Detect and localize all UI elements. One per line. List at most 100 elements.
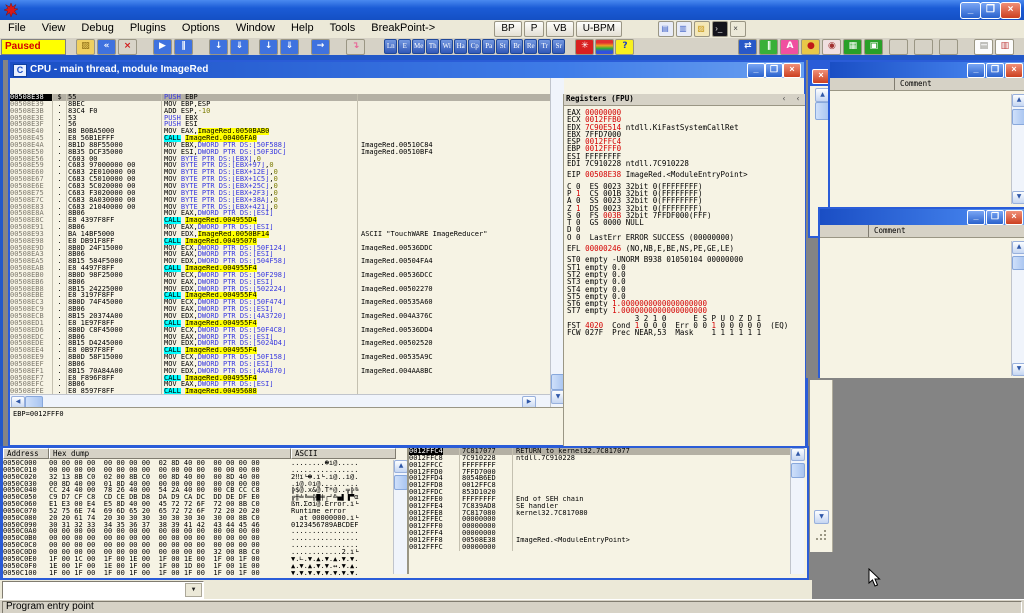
disasm-row[interactable]: 00508E40.B8 B0BA5000MOV EAX,ImageRed.005… (10, 128, 550, 135)
appearance-icon[interactable] (595, 39, 614, 55)
disasm-row[interactable]: 00508E59.C683 97000000 00MOV BYTE PTR DS… (10, 162, 550, 169)
layout-panel-icon[interactable]: ▤ (974, 39, 993, 55)
register-line[interactable]: ESP 0012FFC4 (564, 138, 805, 145)
cpu-window-title-bar[interactable]: CCPU - main thread, module ImageRed _ ❐ … (10, 62, 804, 78)
dump-row[interactable]: 0050C0B000 00 00 00 00 00 00 00 00 00 00… (3, 535, 407, 542)
register-line[interactable]: EAX 00000000 (564, 109, 805, 116)
disasm-row[interactable]: 00508E7C.C683 8A030000 00MOV BYTE PTR DS… (10, 197, 550, 204)
empty-button[interactable] (914, 39, 933, 55)
go-back-icon[interactable]: « (97, 39, 116, 55)
register-line[interactable]: EIP 00508E38 ImageRed.<ModuleEntryPoint> (564, 171, 805, 178)
dump-row[interactable]: 0050C0D000 00 00 00 00 00 00 00 00 00 00… (3, 549, 407, 556)
vertical-scrollbar[interactable]: ▲ ▼ (1011, 241, 1024, 376)
pane-button-pa[interactable]: Pa (482, 39, 495, 54)
disasm-row[interactable]: 00508EE9.8B0D 58F15000MOV ECX,DWORD PTR … (10, 354, 550, 361)
disasm-row[interactable]: 00508E3F.56PUSH ESI (10, 121, 550, 128)
close-button[interactable]: × (1005, 63, 1023, 78)
disasm-row[interactable]: 00508EF1.8B15 70A84A00MOV EDX,DWORD PTR … (10, 368, 550, 375)
menu-item-plugins[interactable]: Plugins (122, 20, 174, 34)
disasm-row[interactable]: 00508EC3.8B0D 74F45000MOV ECX,DWORD PTR … (10, 299, 550, 306)
register-line[interactable]: 3 2 1 0 E S P U O Z D I (564, 315, 805, 322)
menu-item-window[interactable]: Window (228, 20, 283, 34)
disasm-row[interactable]: 00508E45.E8 56B1EFFFCALL ImageRed.00406F… (10, 135, 550, 142)
menu-item-file[interactable]: File (0, 20, 34, 34)
register-line[interactable]: EBX 7FFD7000 (564, 131, 805, 138)
stack-row[interactable]: 0012FFDC853D1020 (409, 489, 804, 496)
pane-button-sr[interactable]: Sr (552, 39, 565, 54)
disasm-row[interactable]: 00508E8A.8B06MOV EAX,DWORD PTR DS:[ESI] (10, 210, 550, 217)
breakpoint-dot-icon[interactable]: ● (801, 39, 820, 55)
scroll-down-arrow[interactable]: ▼ (1012, 191, 1024, 204)
disasm-row[interactable]: 00508ED6.8B0D C8F45000MOV ECX,DWORD PTR … (10, 327, 550, 334)
disasm-row[interactable]: 00508EA3.8B06MOV EAX,DWORD PTR DS:[ESI] (10, 251, 550, 258)
registers-header[interactable]: ‹‹Registers (FPU) (564, 94, 805, 106)
stack-row[interactable]: 0012FFE0FFFFFFFFEnd of SEH chain (409, 496, 804, 503)
pane-button-ha[interactable]: Ha (454, 39, 467, 54)
scroll-up-arrow[interactable]: ▲ (1012, 241, 1024, 254)
register-line[interactable]: ST7 empty 1.0000000000000000000 (564, 307, 805, 314)
dump-hex-header[interactable]: Hex dump (49, 448, 291, 459)
menu-item-breakpoint[interactable]: BreakPoint-> (363, 20, 443, 34)
disasm-row[interactable]: 00508E75.C683 F3020000 00MOV BYTE PTR DS… (10, 190, 550, 197)
dump-row[interactable]: 0050C0F01E 00 1F 00 1E 00 1F 00 1F 00 1D… (3, 563, 407, 570)
dump-row[interactable]: 0050C050C9 D7 CF C8 CD CE DB D8 DA D9 CA… (3, 494, 407, 501)
minimize-button[interactable]: _ (747, 63, 765, 78)
spiral-icon[interactable]: ◉ (822, 39, 841, 55)
minimize-button[interactable]: _ (967, 210, 985, 225)
dump-row[interactable]: 0050C0E01F 00 1C 00 1F 00 1E 00 1F 00 1E… (3, 556, 407, 563)
disasm-row[interactable]: 00508E60.C683 2E010000 00MOV BYTE PTR DS… (10, 169, 550, 176)
disasm-row[interactable]: 00508EDC.8B06MOV EAX,DWORD PTR DS:[ESI] (10, 334, 550, 341)
scrollbar-thumb[interactable] (791, 463, 805, 478)
dump-row[interactable]: 0050C0C000 00 00 00 00 00 00 00 00 00 00… (3, 542, 407, 549)
combobox-dropdown-icon[interactable]: ▼ (185, 583, 202, 597)
window-green-icon[interactable]: ▣ (864, 39, 883, 55)
pane-button-th[interactable]: Th (426, 39, 439, 54)
maximize-button[interactable]: ❐ (986, 210, 1004, 225)
pane-button-e[interactable]: E (398, 39, 411, 54)
stack-row[interactable]: 0012FFC87C910228ntdll.7C910228 (409, 455, 804, 462)
register-line[interactable]: EFL 00000246 (NO,NB,E,BE,NS,PE,GE,LE) (564, 245, 805, 252)
animate-over-icon[interactable]: ⇓ (280, 39, 299, 55)
stack-vertical-scrollbar[interactable]: ▲ (790, 448, 804, 574)
register-line[interactable]: EDI 7C910228 ntdll.7C910228 (564, 160, 805, 167)
step-over-icon[interactable]: ⇓ (230, 39, 249, 55)
register-line[interactable]: FST 4020 Cond 1 0 0 0 Err 0 0 1 0 0 0 0 … (564, 322, 805, 329)
dump-row[interactable]: 0050C07052 75 6E 74 69 6D 65 20 65 72 72… (3, 508, 407, 515)
close-button[interactable]: × (783, 63, 801, 78)
disasm-row[interactable]: 00508EC9.8B06MOV EAX,DWORD PTR DS:[ESI] (10, 306, 550, 313)
menu-item-view[interactable]: View (34, 20, 74, 34)
menu-button-u-bpm[interactable]: U-BPM (576, 21, 622, 37)
disasm-row[interactable]: 00508EB8.8B15 24225000MOV EDX,DWORD PTR … (10, 286, 550, 293)
scroll-up-arrow[interactable]: ▲ (1012, 94, 1024, 107)
comment-column-header[interactable]: Comment (820, 226, 906, 235)
disasm-row[interactable]: 00508E39.8BECMOV EBP,ESP (10, 101, 550, 108)
register-line[interactable]: ST3 empty 0.0 (564, 278, 805, 285)
stack-row[interactable]: 0012FFE87C817080kernel32.7C817080 (409, 510, 804, 517)
window-title-bar[interactable]: _ ❐ × (820, 209, 1024, 225)
maximize-button[interactable]: ❐ (765, 63, 783, 78)
register-line[interactable]: A 0 SS 0023 32bit 0(FFFFFFFF) (564, 197, 805, 204)
command-combobox[interactable]: ▼ (2, 581, 204, 599)
disasm-row[interactable]: 00508EEF.8B06MOV EAX,DWORD PTR DS:[ESI] (10, 361, 550, 368)
console-icon[interactable]: ›_ (712, 21, 728, 37)
register-line[interactable]: ST2 empty 0.0 (564, 271, 805, 278)
dump-vertical-scrollbar[interactable]: ▲ (393, 460, 407, 574)
disasm-row[interactable]: 00508EB0.8B0D 98F25000MOV ECX,DWORD PTR … (10, 272, 550, 279)
open-file-icon[interactable]: ▨ (76, 39, 95, 55)
dump-address-header[interactable]: Address (3, 448, 49, 459)
register-line[interactable]: O 0 LastErr ERROR_SUCCESS (00000000) (564, 234, 805, 241)
register-line[interactable]: ECX 0012FFB0 (564, 116, 805, 123)
disasm-row[interactable]: 00508E9D.8B0D 24F15000MOV ECX,DWORD PTR … (10, 245, 550, 252)
disasm-row[interactable]: 00508E6E.C683 5C020000 00MOV BYTE PTR DS… (10, 183, 550, 190)
register-line[interactable]: S 0 FS 003B 32bit 7FFDF000(FFF) (564, 212, 805, 219)
register-line[interactable]: P 1 CS 001B 32bit 0(FFFFFFFF) (564, 190, 805, 197)
disasm-row[interactable]: 00508E38$55PUSH EBP (10, 94, 550, 101)
disasm-row[interactable]: 00508E50.8B35 DCF35000MOV ESI,DWORD PTR … (10, 149, 550, 156)
pane-button-me[interactable]: Me (412, 39, 425, 54)
disasm-row[interactable]: 00508EBE.E8 3197F8FFCALL ImageRed.004955… (10, 292, 550, 299)
pane-button-ln[interactable]: Ln (384, 39, 397, 54)
disasm-row[interactable]: 00508EAB.E8 4497F8FFCALL ImageRed.004955… (10, 265, 550, 272)
pane-button-re[interactable]: Re (524, 39, 537, 54)
stack-row[interactable]: 0012FFF400000000 (409, 530, 804, 537)
dump-row[interactable]: 0050C060E1 E3 00 E4 E5 8D 40 00 45 72 72… (3, 501, 407, 508)
